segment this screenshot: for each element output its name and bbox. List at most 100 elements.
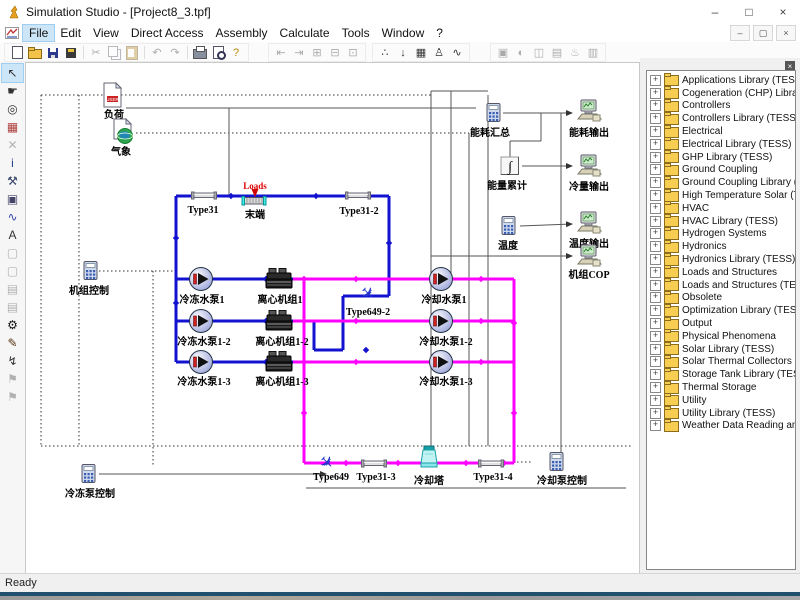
- tree-item-hvac[interactable]: +HVAC: [650, 202, 795, 215]
- expand-icon[interactable]: +: [650, 203, 661, 214]
- expand-icon[interactable]: +: [650, 100, 661, 111]
- new-button[interactable]: [8, 45, 26, 60]
- tree-item-electrical[interactable]: +Electrical: [650, 125, 795, 138]
- expand-icon[interactable]: +: [650, 164, 661, 175]
- menu-view[interactable]: View: [87, 25, 125, 41]
- expand-icon[interactable]: +: [650, 395, 661, 406]
- node-nenghao-shuchu[interactable]: [572, 95, 606, 127]
- tree-view-button[interactable]: ∴: [376, 45, 394, 60]
- tree-item-hydronics[interactable]: +Hydronics: [650, 240, 795, 253]
- expand-icon[interactable]: +: [650, 305, 661, 316]
- flag-tool-2[interactable]: ⚑: [2, 388, 23, 406]
- redo-button[interactable]: ↷: [166, 45, 184, 60]
- tree-item-ghp-library-tess[interactable]: +GHP Library (TESS): [650, 151, 795, 164]
- align-horizontal-button[interactable]: ⇤: [272, 45, 290, 60]
- trace-button[interactable]: ♨: [566, 45, 584, 60]
- expand-icon[interactable]: +: [650, 139, 661, 150]
- paste-button[interactable]: [123, 45, 141, 60]
- minimize-button[interactable]: –: [698, 0, 732, 23]
- menu-window[interactable]: Window: [376, 25, 431, 41]
- tree-item-cogeneration-chp-library-tess[interactable]: +Cogeneration (CHP) Library (TESS): [650, 87, 795, 100]
- expand-icon[interactable]: +: [650, 267, 661, 278]
- layer-tool-1[interactable]: ▤: [2, 280, 23, 298]
- tree-item-ground-coupling[interactable]: +Ground Coupling: [650, 164, 795, 177]
- tree-item-hydrogen-systems[interactable]: +Hydrogen Systems: [650, 228, 795, 241]
- menu-assembly[interactable]: Assembly: [210, 25, 274, 41]
- tree-item-utility-library-tess[interactable]: +Utility Library (TESS): [650, 407, 795, 420]
- zoom-tool[interactable]: ◎: [2, 100, 23, 118]
- menu-file[interactable]: File: [23, 25, 54, 41]
- node-type649-2[interactable]: ✈: [350, 278, 384, 310]
- expand-icon[interactable]: +: [650, 228, 661, 239]
- expand-icon[interactable]: +: [650, 369, 661, 380]
- align-top-button[interactable]: ⊞: [308, 45, 326, 60]
- project-canvas[interactable]: USER负荷 气象 Type31 末端 Type31-2 机组控制 冷冻水泵1 …: [25, 62, 640, 576]
- expand-icon[interactable]: +: [650, 344, 661, 355]
- expand-icon[interactable]: +: [650, 126, 661, 137]
- tree-item-obsolete[interactable]: +Obsolete: [650, 292, 795, 305]
- tree-item-weather-data-reading-and-process[interactable]: +Weather Data Reading and Process: [650, 420, 795, 433]
- lock-button[interactable]: ◫: [530, 45, 548, 60]
- signal-tool[interactable]: ∿: [2, 208, 23, 226]
- tree-item-loads-and-structures-tess[interactable]: +Loads and Structures (TESS): [650, 279, 795, 292]
- expand-icon[interactable]: +: [650, 75, 661, 86]
- tree-item-optimization-library-tess[interactable]: +Optimization Library (TESS): [650, 304, 795, 317]
- expand-icon[interactable]: +: [650, 241, 661, 252]
- tree-item-hydronics-library-tess[interactable]: +Hydronics Library (TESS): [650, 253, 795, 266]
- delete-tool[interactable]: ✕: [2, 136, 23, 154]
- tree-item-storage-tank-library-tess[interactable]: +Storage Tank Library (TESS): [650, 368, 795, 381]
- copy-button[interactable]: [105, 45, 123, 60]
- expand-icon[interactable]: +: [650, 382, 661, 393]
- expand-icon[interactable]: +: [650, 292, 661, 303]
- select-tool[interactable]: ↖: [2, 64, 23, 82]
- align-middle-button[interactable]: ⊟: [326, 45, 344, 60]
- tree-item-solar-library-tess[interactable]: +Solar Library (TESS): [650, 343, 795, 356]
- mdi-close-button[interactable]: ×: [776, 25, 796, 41]
- cut-button[interactable]: ✂: [87, 45, 105, 60]
- stamp-tool[interactable]: ▣: [2, 190, 23, 208]
- info-tool[interactable]: i: [2, 154, 23, 172]
- expand-icon[interactable]: +: [650, 254, 661, 265]
- menu-tools[interactable]: Tools: [336, 25, 376, 41]
- tree-item-applications-library-tess[interactable]: +Applications Library (TESS): [650, 74, 795, 87]
- print-button[interactable]: [191, 45, 209, 60]
- output-button[interactable]: ↓: [394, 45, 412, 60]
- text-tool[interactable]: A: [2, 226, 23, 244]
- maximize-button[interactable]: □: [732, 0, 766, 23]
- tree-item-ground-coupling-library-tess[interactable]: +Ground Coupling Library (TESS): [650, 176, 795, 189]
- menu-edit[interactable]: Edit: [54, 25, 87, 41]
- expand-icon[interactable]: +: [650, 152, 661, 163]
- expand-icon[interactable]: +: [650, 216, 661, 227]
- expand-icon[interactable]: +: [650, 190, 661, 201]
- expand-icon[interactable]: +: [650, 113, 661, 124]
- undo-button[interactable]: ↶: [148, 45, 166, 60]
- open-button[interactable]: [26, 45, 44, 60]
- expand-icon[interactable]: +: [650, 177, 661, 188]
- mdi-restore-button[interactable]: ▢: [753, 25, 773, 41]
- expand-icon[interactable]: +: [650, 356, 661, 367]
- tree-item-utility[interactable]: +Utility: [650, 394, 795, 407]
- tree-item-thermal-storage[interactable]: +Thermal Storage: [650, 381, 795, 394]
- link-tool[interactable]: ⚒: [2, 172, 23, 190]
- tree-item-controllers-library-tess[interactable]: +Controllers Library (TESS): [650, 112, 795, 125]
- run-tool[interactable]: ↯: [2, 352, 23, 370]
- expand-icon[interactable]: +: [650, 331, 661, 342]
- tree-item-controllers[interactable]: +Controllers: [650, 100, 795, 113]
- save-button[interactable]: [44, 45, 62, 60]
- print-preview-button[interactable]: [209, 45, 227, 60]
- flag-tool-1[interactable]: ⚑: [2, 370, 23, 388]
- shape-tool-2[interactable]: ▢: [2, 262, 23, 280]
- tree-item-electrical-library-tess[interactable]: +Electrical Library (TESS): [650, 138, 795, 151]
- probe-button[interactable]: ♙: [430, 45, 448, 60]
- menu-?[interactable]: ?: [430, 25, 449, 41]
- pan-tool[interactable]: ☛: [2, 82, 23, 100]
- expand-icon[interactable]: +: [650, 408, 661, 419]
- settings-tool[interactable]: ⚙: [2, 316, 23, 334]
- tree-item-high-temperature-solar-tess[interactable]: +High Temperature Solar (TESS): [650, 189, 795, 202]
- align-grid-button[interactable]: ⊡: [344, 45, 362, 60]
- expand-icon[interactable]: +: [650, 88, 661, 99]
- mdi-minimize-button[interactable]: –: [730, 25, 750, 41]
- table-button[interactable]: ▦: [412, 45, 430, 60]
- palette-tool[interactable]: ▦: [2, 118, 23, 136]
- layer-tool-2[interactable]: ▤: [2, 298, 23, 316]
